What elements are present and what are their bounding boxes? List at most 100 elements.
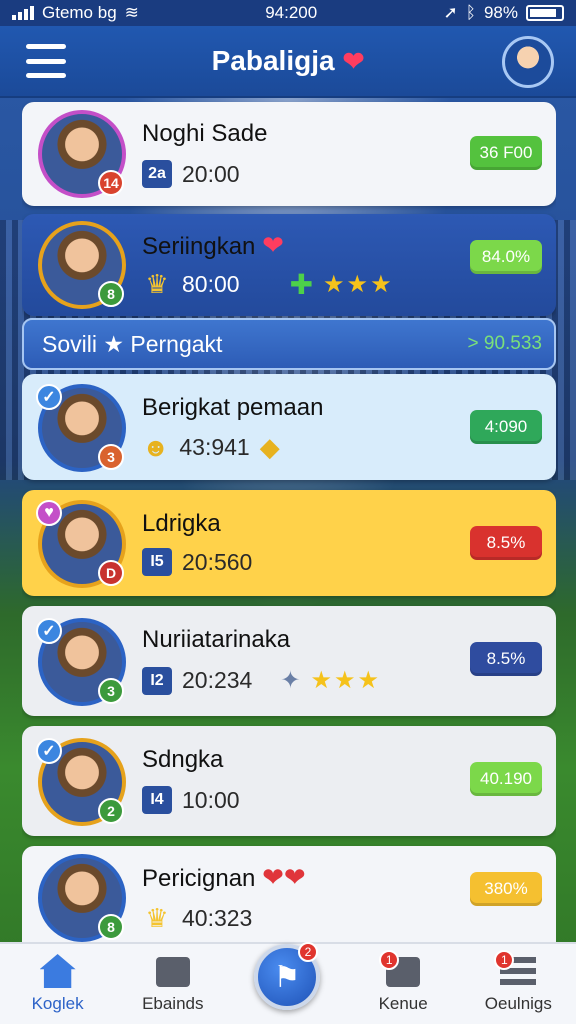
player-name: Nuriiatarinaka	[142, 626, 291, 653]
player-name: Noghi Sade	[142, 120, 268, 147]
check-icon: ✓	[36, 384, 62, 410]
notification-badge: 2	[298, 942, 318, 962]
star-rating: ★★★	[310, 667, 382, 694]
app-header: Pabaligja ❤	[0, 26, 576, 98]
battery-label: 98%	[483, 3, 518, 22]
player-score: 43:941	[179, 434, 250, 460]
heart-badge-icon: ♥	[36, 500, 62, 526]
player-name: Berigkat pemaan	[142, 394, 324, 421]
player-score: 40:323	[182, 904, 253, 931]
hamburger-icon[interactable]	[26, 44, 66, 78]
section-value: > 90.533	[467, 333, 543, 354]
list-item[interactable]: ✓ 3 Nuriiatarinaka I2 20:234 ✦ ★★★ 8.5%	[22, 606, 556, 716]
play-button[interactable]: ⚑ 2	[254, 942, 320, 1010]
player-meta: ♛ 80:00 ✚ ★★★	[142, 268, 394, 301]
section-title: Sovili ★ Perngakt	[42, 330, 223, 357]
list-item[interactable]: 14 Noghi Sade 2a 20:00 36 F00	[22, 102, 556, 206]
player-score: 20:560	[182, 548, 253, 575]
list-item-highlighted[interactable]: ♥ D Ldrigka I5 20:560 8.5%	[22, 490, 556, 596]
player-name: Sdngka	[142, 746, 224, 773]
avatar: 8	[38, 854, 126, 942]
section-header[interactable]: Sovili ★ Perngakt > 90.533	[22, 318, 556, 370]
avatar: 14	[38, 110, 126, 198]
check-icon: ✓	[36, 618, 62, 644]
player-score: 10:00	[182, 786, 240, 813]
play-flag-icon: ⚑	[273, 960, 301, 994]
heart-icon: ❤	[342, 45, 365, 76]
list-item[interactable]: ✓ 2 Sdngka I4 10:00 40.190	[22, 726, 556, 836]
player-name: Pericignan	[142, 865, 256, 892]
level-badge: 14	[98, 170, 124, 196]
player-meta: I5 20:560	[142, 548, 252, 576]
avatar: ✓ 2	[36, 738, 126, 826]
signal-icon	[12, 6, 34, 20]
home-icon	[39, 954, 76, 988]
nav-label: Ebainds	[142, 994, 204, 1013]
player-score: 20:234	[182, 667, 253, 693]
player-meta: ♛ 40:323	[142, 902, 253, 933]
score-badge: 8.5%	[470, 642, 542, 676]
puzzle-icon: ✦	[280, 667, 301, 694]
heart-icon: ❤	[262, 230, 284, 260]
crown-icon: ♛	[145, 269, 169, 299]
plus-icon: ✚	[289, 269, 314, 300]
player-score: 80:00	[182, 271, 240, 297]
player-name-row: Seriingkan ❤	[142, 230, 284, 261]
clock: 94:200	[265, 3, 318, 22]
nav-label: Oeulnigs	[484, 994, 552, 1013]
level-badge: 2	[98, 798, 124, 824]
player-meta: I2 20:234 ✦ ★★★	[142, 666, 381, 695]
player-meta: ☻ 43:941 ◆	[142, 432, 280, 463]
score-badge: 380%	[470, 872, 542, 906]
nav-item-shop[interactable]: Ebainds	[123, 954, 223, 1014]
avatar: ✓ 3	[36, 384, 126, 472]
level-badge: 3	[98, 444, 124, 470]
level-badge: 3	[98, 678, 124, 704]
player-name-row: Pericignan ❤❤	[142, 862, 306, 893]
player-name: Seriingkan	[142, 233, 256, 260]
nav-label: Kenue	[378, 994, 428, 1013]
profile-avatar[interactable]	[502, 36, 554, 88]
star-rating: ★★★	[323, 271, 394, 298]
player-score: 20:00	[182, 160, 240, 187]
nav-label: Koglek	[31, 994, 84, 1013]
level-badge: 8	[98, 914, 124, 940]
score-badge: 8.5%	[470, 526, 542, 560]
score-badge: 4:090	[470, 410, 542, 444]
avatar: 8	[38, 221, 126, 309]
crown-icon: ♛	[145, 902, 169, 933]
list-item[interactable]: 8 Pericignan ❤❤ ♛ 40:323 380%	[22, 846, 556, 942]
nav-item-menu[interactable]: 1 Oeulnigs	[468, 950, 568, 1014]
page-title: Pabaligja ❤	[212, 45, 365, 77]
page-title-text: Pabaligja	[211, 45, 335, 76]
score-badge: 40.190	[470, 762, 542, 796]
player-name: Ldrigka	[142, 510, 221, 537]
avatar: ♥ D	[36, 500, 126, 588]
rank-icon: I4	[142, 786, 172, 814]
level-badge: 8	[98, 281, 124, 307]
check-icon: ✓	[36, 738, 62, 764]
rank-icon: I5	[142, 548, 172, 576]
score-badge: 36 F00	[470, 136, 542, 170]
location-icon: ➚	[443, 3, 458, 22]
list-item-selected[interactable]: 8 Seriingkan ❤ ♛ 80:00 ✚ ★★★ 84.0%	[22, 214, 556, 316]
player-meta: I4 10:00	[142, 786, 240, 814]
status-bar: Gtemo bg ≋ 94:200 ➚ ᛒ 98%	[0, 0, 576, 26]
player-meta: 2a 20:00	[142, 160, 240, 188]
battery-icon	[525, 5, 564, 21]
level-badge: D	[98, 560, 124, 586]
carrier-label: Gtemo bg	[42, 3, 117, 22]
rank-icon: I2	[142, 666, 172, 695]
emoji-icon: ☻	[142, 432, 170, 462]
sticker-icon: ◆	[259, 432, 280, 462]
wifi-icon: ≋	[124, 3, 139, 22]
rank-icon: 2a	[142, 160, 172, 188]
nav-item-calendar[interactable]: 1 Kenue	[353, 950, 453, 1014]
score-badge: 84.0%	[470, 240, 542, 274]
bluetooth-icon: ᛒ	[465, 3, 476, 22]
list-item[interactable]: ✓ 3 Berigkat pemaan ☻ 43:941 ◆ 4:090	[22, 374, 556, 480]
shop-icon	[155, 957, 190, 987]
hearts-icon: ❤❤	[262, 862, 306, 892]
nav-item-home[interactable]: Koglek	[8, 954, 108, 1014]
leaderboard-list: 14 Noghi Sade 2a 20:00 36 F00 8 Seriingk…	[22, 98, 556, 942]
